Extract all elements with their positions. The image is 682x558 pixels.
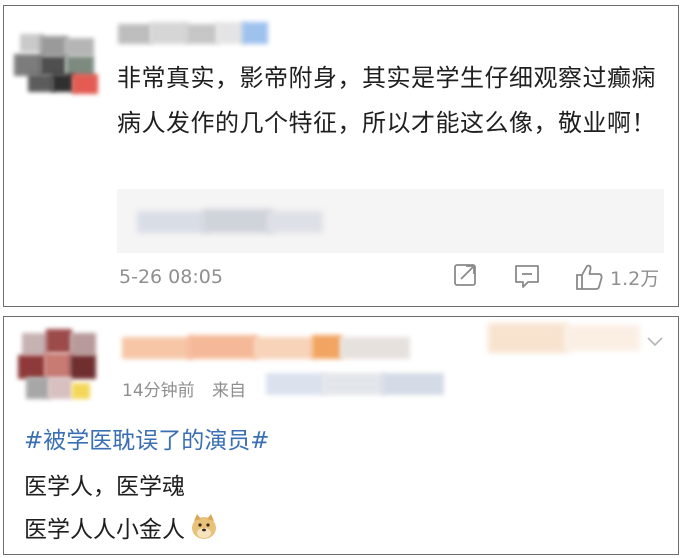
chevron-down-icon bbox=[647, 337, 663, 347]
username-redacted[interactable] bbox=[118, 18, 268, 48]
source-label: 来自 bbox=[212, 381, 247, 401]
share-icon bbox=[454, 264, 476, 286]
quoted-content-redacted[interactable] bbox=[117, 189, 664, 253]
post-text-line-1: 医学人，医学魂 bbox=[24, 474, 185, 500]
share-button[interactable] bbox=[453, 262, 479, 288]
like-button[interactable]: 1.2万 bbox=[574, 262, 659, 292]
like-icon bbox=[576, 264, 603, 290]
comment-button[interactable] bbox=[513, 262, 541, 290]
more-button[interactable] bbox=[646, 333, 664, 352]
avatar[interactable] bbox=[14, 32, 100, 96]
post-text-line-2: 医学人人小金人 bbox=[24, 517, 185, 543]
post-time: 14分钟前 bbox=[122, 381, 195, 401]
topic-hashtag-link[interactable]: #被学医耽误了的演员# bbox=[24, 421, 270, 455]
username-redacted[interactable] bbox=[122, 331, 412, 361]
comment-text: 非常真实，影帝附身，其实是学生仔细观察过癫痫病人发作的几个特征，所以才能这么像，… bbox=[117, 64, 656, 137]
tag-redacted[interactable] bbox=[488, 321, 648, 355]
comment-time: 5-26 08:05 bbox=[119, 266, 223, 288]
avatar[interactable] bbox=[16, 327, 100, 403]
comment-card: 非常真实，影帝附身，其实是学生仔细观察过癫痫病人发作的几个特征，所以才能这么像，… bbox=[3, 5, 679, 307]
comment-icon bbox=[515, 265, 539, 288]
source-redacted[interactable] bbox=[266, 369, 446, 399]
doge-emoji bbox=[192, 514, 216, 539]
post-card: 14分钟前 来自 #被学医耽误了的演员# 医学人，医学魂 医学人人小金人 bbox=[3, 316, 679, 555]
like-count: 1.2万 bbox=[610, 267, 660, 290]
